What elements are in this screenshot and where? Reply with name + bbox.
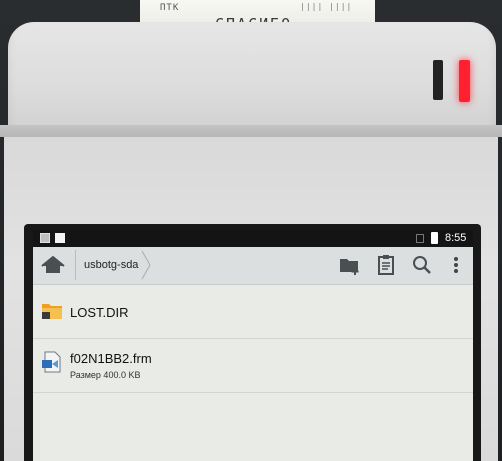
document-notification-icon bbox=[55, 233, 65, 243]
file-size: Размер 400.0 KB bbox=[70, 370, 141, 380]
breadcrumb-chevron-icon bbox=[141, 250, 151, 280]
printer-seam bbox=[0, 125, 502, 137]
battery-icon bbox=[431, 232, 438, 244]
breadcrumb-usbotg-sda[interactable]: usbotg-sda bbox=[75, 250, 150, 280]
receipt-line-3: |||| |||| bbox=[300, 2, 353, 11]
search-icon bbox=[413, 256, 431, 274]
file-list: LOST.DIR f02N1BB2.frm Размер 400.0 KB bbox=[33, 285, 473, 393]
file-name: LOST.DIR bbox=[70, 305, 129, 320]
receipt-line-1: ПТК bbox=[160, 3, 180, 13]
printer-slot bbox=[433, 60, 443, 100]
red-indicator-light bbox=[459, 60, 470, 102]
android-screen: 8:55 usbotg-sda LOST.DIR f02N1BB2.frm Ра… bbox=[33, 230, 473, 461]
home-icon bbox=[41, 255, 65, 273]
search-button[interactable] bbox=[411, 254, 433, 276]
image-notification-icon bbox=[40, 233, 50, 243]
action-bar: usbotg-sda bbox=[33, 247, 473, 285]
list-item-f02n1bb2[interactable]: f02N1BB2.frm Размер 400.0 KB bbox=[33, 339, 473, 393]
photo-scene: ПТК СПАСИБО |||| |||| 8:55 usbotg-sda bbox=[0, 0, 502, 461]
folder-icon bbox=[41, 300, 63, 322]
home-button[interactable] bbox=[37, 252, 69, 278]
file-name: f02N1BB2.frm bbox=[70, 351, 152, 366]
file-icon bbox=[41, 351, 63, 373]
printer-top-cover bbox=[8, 22, 496, 142]
status-time: 8:55 bbox=[445, 232, 467, 244]
status-bar: 8:55 bbox=[33, 230, 473, 247]
clipboard-button[interactable] bbox=[375, 254, 397, 276]
clipboard-icon bbox=[378, 255, 394, 275]
new-folder-icon bbox=[340, 259, 359, 275]
more-vertical-icon bbox=[454, 257, 458, 273]
list-item-lost-dir[interactable]: LOST.DIR bbox=[33, 285, 473, 339]
overflow-menu-button[interactable] bbox=[445, 254, 467, 276]
new-folder-button[interactable] bbox=[339, 254, 361, 276]
sim-icon bbox=[416, 234, 424, 243]
